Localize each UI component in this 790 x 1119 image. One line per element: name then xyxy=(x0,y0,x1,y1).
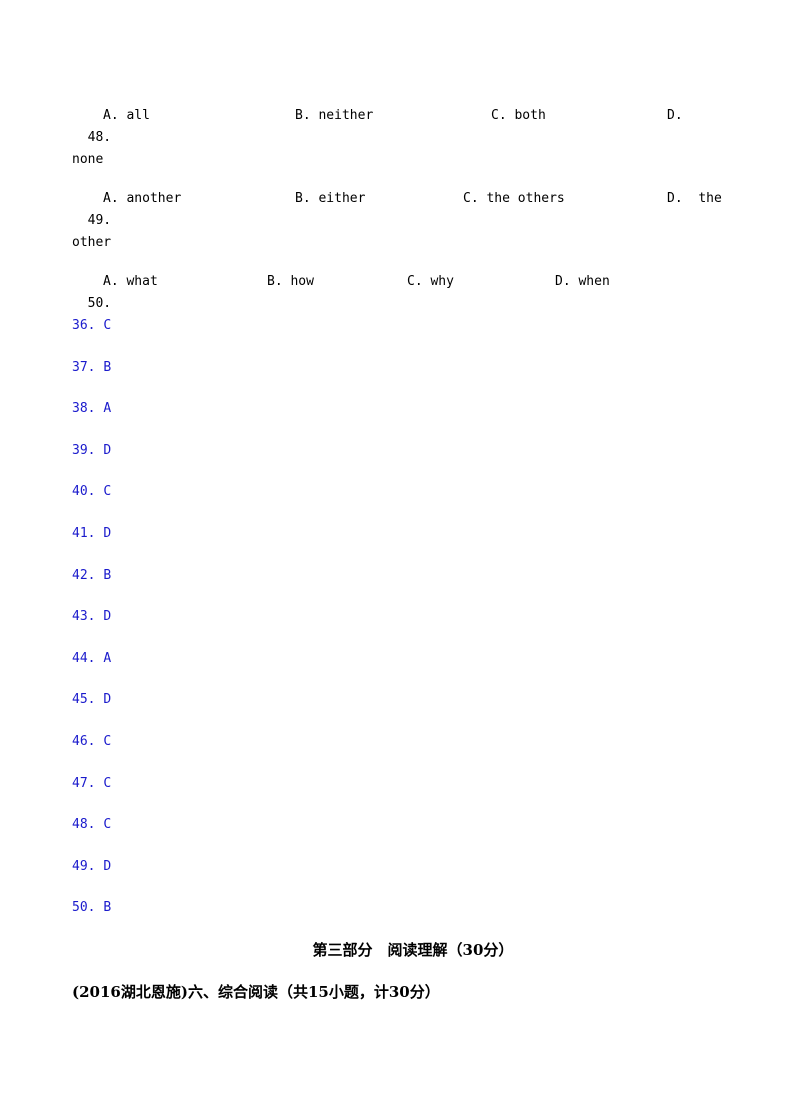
q48-option-b: B. neither xyxy=(295,108,374,123)
question-number: 48. xyxy=(87,130,112,145)
q49-option-d: D. the xyxy=(667,191,722,206)
answer-letter: B xyxy=(103,567,112,583)
q49-option-a: A. another xyxy=(103,191,182,206)
q48-option-c: C. both xyxy=(491,108,546,123)
q49-option-c: C. the others xyxy=(463,191,565,206)
answer-row: 49. D xyxy=(72,857,111,877)
answer-letter: B xyxy=(103,900,112,916)
q48-option-a: A. all xyxy=(103,108,150,123)
answer-number: 46. xyxy=(72,734,96,749)
answer-letter: C xyxy=(103,484,112,500)
answer-letter: D xyxy=(103,526,112,541)
answer-number: 48. xyxy=(72,817,96,833)
answer-number: 44. xyxy=(72,650,96,666)
answer-row: 50. B xyxy=(72,898,111,918)
answer-letter: C xyxy=(103,318,112,333)
q48-option-d: D. xyxy=(667,108,683,123)
answer-number: 41. xyxy=(72,526,96,541)
answer-number: 36. xyxy=(72,318,96,333)
answer-letter: D xyxy=(103,858,112,874)
answer-letter: C xyxy=(103,817,112,833)
q50-option-c: C. why xyxy=(407,274,454,289)
answer-number: 38. xyxy=(72,401,96,417)
q50-option-a: A. what xyxy=(103,274,158,289)
answer-row: 42. B xyxy=(72,566,111,586)
answer-row: 46. C xyxy=(72,732,111,752)
answer-row: 41. D xyxy=(72,524,111,544)
answer-number: 40. xyxy=(72,484,96,500)
answer-row: 38. A xyxy=(72,399,111,419)
answer-number: 50. xyxy=(72,900,96,916)
q48-option-d-wrap: none xyxy=(72,152,104,167)
answer-letter: C xyxy=(103,775,112,791)
q50-option-b: B. how xyxy=(267,274,314,289)
answer-number: 47. xyxy=(72,775,96,791)
answer-letter: C xyxy=(103,734,112,749)
section-subtitle: (2016湖北恩施)六、综合阅读（共15小题，计30分） xyxy=(72,983,440,1001)
q49-option-d-wrap: other xyxy=(72,235,112,250)
answer-number: 39. xyxy=(72,442,96,458)
answer-row: 43. D xyxy=(72,607,111,627)
answer-number: 37. xyxy=(72,359,96,375)
answer-number: 43. xyxy=(72,609,96,625)
q49-option-b: B. either xyxy=(295,191,366,206)
answer-row: 45. D xyxy=(72,690,111,710)
answer-number: 49. xyxy=(72,858,96,874)
section-title: 第三部分 阅读理解（30分） xyxy=(312,941,514,959)
answer-number: 42. xyxy=(72,567,96,583)
answer-number: 45. xyxy=(72,692,96,708)
answer-letter: A xyxy=(103,650,112,666)
answer-letter: D xyxy=(103,442,112,458)
answer-row: 48. C xyxy=(72,815,111,835)
q50-option-d: D. when xyxy=(555,274,610,289)
answer-letter: D xyxy=(103,692,112,708)
answer-row: 40. C xyxy=(72,482,111,502)
answer-row: 37. B xyxy=(72,358,111,378)
question-number: 50. xyxy=(87,296,112,311)
answer-row: 36. C xyxy=(72,316,111,336)
answer-letter: A xyxy=(103,401,112,417)
question-number: 49. xyxy=(87,213,112,228)
answer-letter: D xyxy=(103,609,112,625)
answer-letter: B xyxy=(103,359,112,375)
answer-row: 47. C xyxy=(72,774,111,794)
answer-row: 39. D xyxy=(72,441,111,461)
answer-row: 44. A xyxy=(72,649,111,669)
